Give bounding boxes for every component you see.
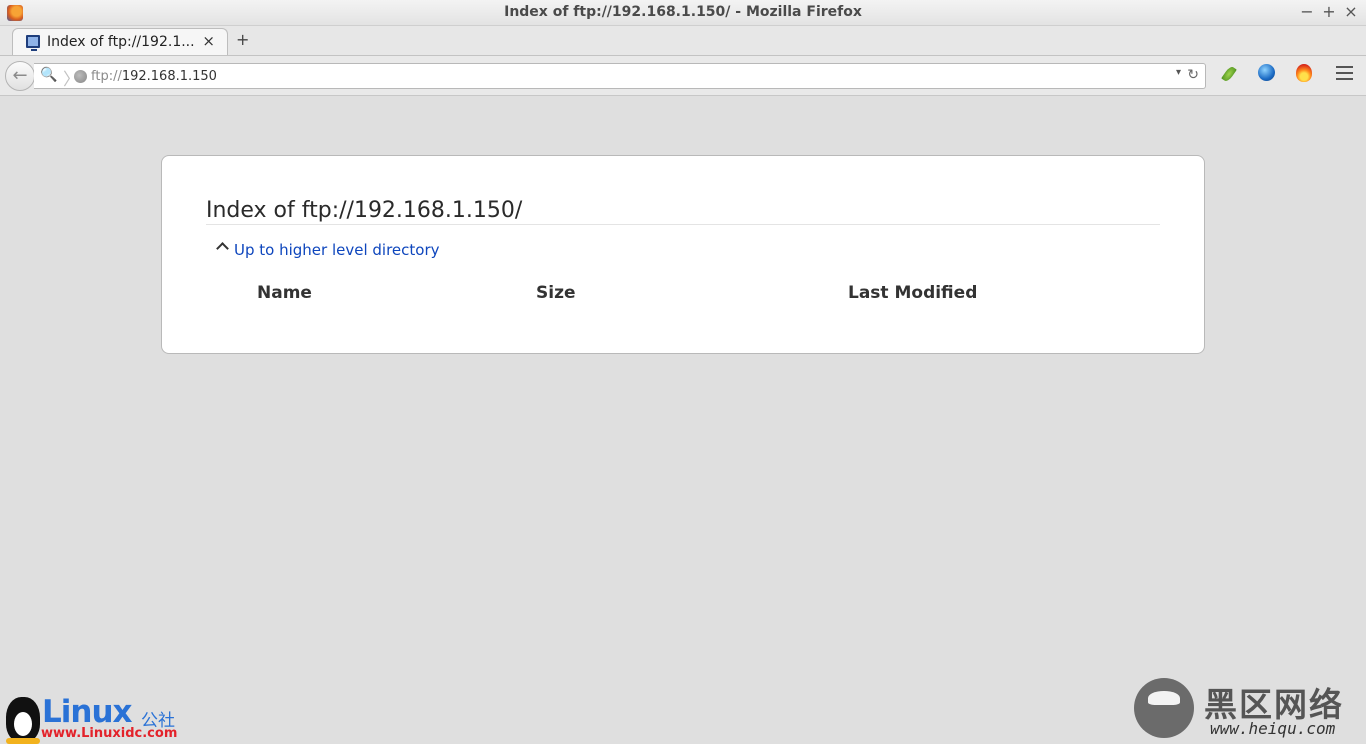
window-titlebar: Index of ftp://192.168.1.150/ - Mozilla … bbox=[0, 0, 1366, 26]
minimize-button[interactable]: − bbox=[1298, 2, 1316, 22]
heiqu-url: www.heiqu.com bbox=[1210, 719, 1336, 738]
tab-label: Index of ftp://192.1... bbox=[47, 34, 195, 50]
directory-listing: Index of ftp://192.168.1.150/ Up to high… bbox=[161, 155, 1205, 354]
up-arrow-icon bbox=[216, 242, 229, 255]
tab-close-icon[interactable]: × bbox=[202, 32, 215, 50]
navigation-toolbar: ← 🔍 〉 ftp://192.168.1.150 ▾ ↻ bbox=[0, 55, 1366, 96]
heiqu-watermark: 黑区网络 www.heiqu.com bbox=[1132, 676, 1362, 742]
url-scheme: ftp:// bbox=[91, 69, 122, 84]
maximize-button[interactable]: + bbox=[1320, 2, 1338, 22]
up-directory-link[interactable]: Up to higher level directory bbox=[234, 241, 440, 259]
watermark-url: www.Linuxidc.com bbox=[41, 726, 178, 741]
tab-strip: Index of ftp://192.1... × bbox=[0, 26, 1366, 56]
tux-penguin-icon bbox=[6, 697, 40, 744]
url-input[interactable]: ftp://192.168.1.150 bbox=[91, 69, 217, 84]
page-content: Index of ftp://192.168.1.150/ Up to high… bbox=[0, 96, 1366, 744]
column-header-name[interactable]: Name bbox=[257, 283, 312, 303]
hamburger-menu-icon[interactable] bbox=[1336, 66, 1353, 80]
url-history-dropdown-icon[interactable]: ▾ bbox=[1176, 67, 1181, 78]
linuxidc-watermark: Linux 公社 www.Linuxidc.com bbox=[4, 694, 184, 744]
tab-active[interactable]: Index of ftp://192.1... × bbox=[12, 28, 228, 56]
monitor-icon bbox=[26, 35, 40, 51]
reload-icon[interactable]: ↻ bbox=[1187, 67, 1199, 83]
watermark-word: Linux bbox=[42, 694, 133, 730]
orb-icon[interactable] bbox=[1258, 64, 1275, 81]
identity-icon[interactable]: 🔍 bbox=[40, 67, 57, 83]
new-tab-button[interactable]: + bbox=[236, 30, 249, 49]
heiqu-logo-icon bbox=[1134, 678, 1194, 738]
column-header-last-modified[interactable]: Last Modified bbox=[848, 283, 977, 303]
back-button[interactable]: ← bbox=[5, 61, 35, 91]
page-title: Index of ftp://192.168.1.150/ bbox=[206, 198, 1160, 225]
url-host: 192.168.1.150 bbox=[121, 69, 217, 84]
url-bar[interactable]: 🔍 〉 ftp://192.168.1.150 ▾ ↻ bbox=[34, 63, 1206, 90]
column-header-size[interactable]: Size bbox=[536, 283, 576, 303]
close-window-button[interactable]: × bbox=[1342, 2, 1360, 22]
fire-icon[interactable] bbox=[1296, 64, 1312, 82]
globe-icon bbox=[74, 70, 87, 83]
window-title: Index of ftp://192.168.1.150/ - Mozilla … bbox=[504, 4, 862, 20]
